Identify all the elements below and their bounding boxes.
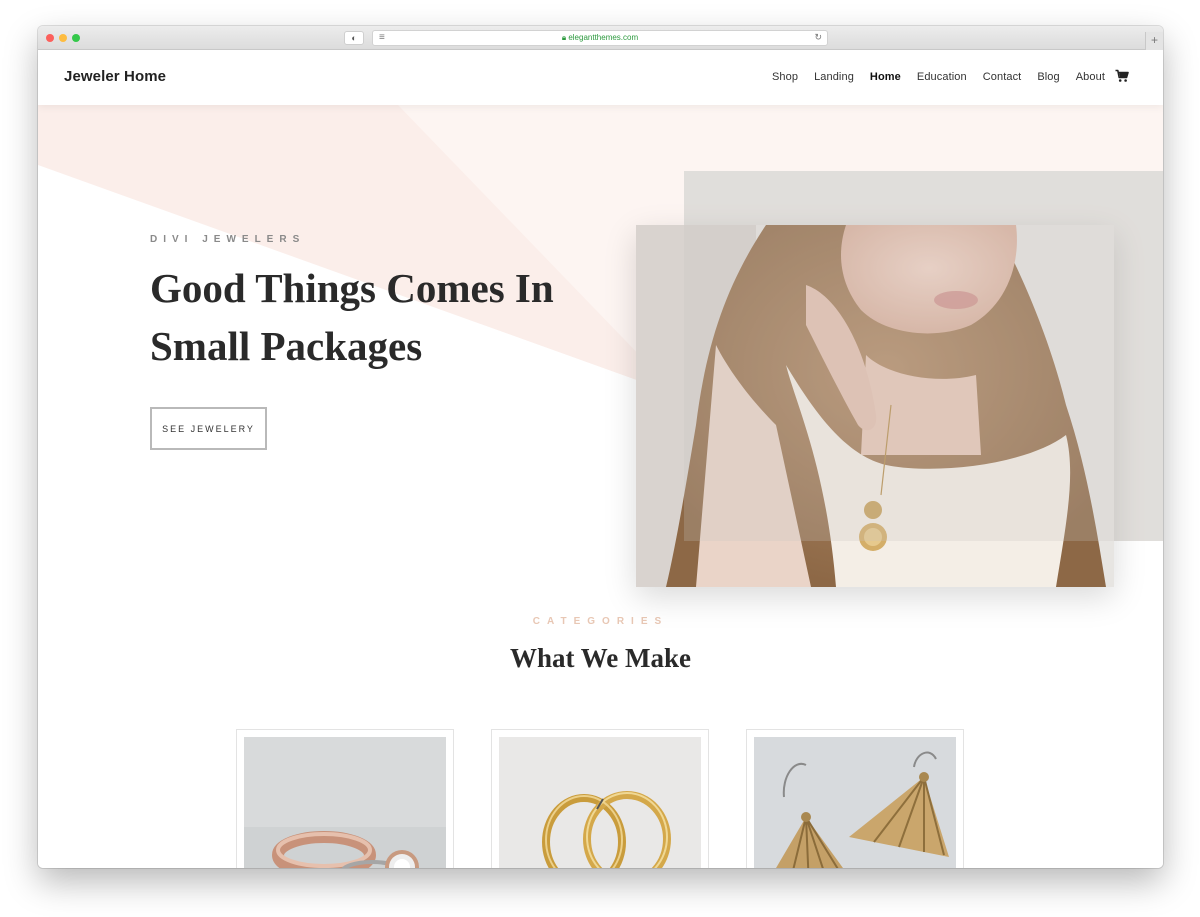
see-jewelery-button[interactable]: SEE JEWELERY <box>150 407 267 450</box>
reload-icon[interactable]: ↻ <box>814 32 822 43</box>
category-card-earrings[interactable] <box>746 729 964 868</box>
fan-earrings-photo <box>754 737 956 868</box>
zoom-window-button[interactable] <box>72 34 80 42</box>
nav-landing[interactable]: Landing <box>814 71 854 83</box>
new-tab-button[interactable]: + <box>1145 32 1163 50</box>
nav-shop[interactable]: Shop <box>772 71 798 83</box>
hero-woman-photo <box>636 225 1114 587</box>
categories-title: What We Make <box>510 643 691 673</box>
privacy-icon[interactable]: ◐ <box>344 31 364 45</box>
browser-window: ◐ ≡ 🔒︎ elegantthemes.com ↻ + Jeweler Hom… <box>38 26 1163 868</box>
category-card-rings[interactable] <box>236 729 454 868</box>
lock-icon: 🔒︎ <box>561 33 567 42</box>
nav-education[interactable]: Education <box>917 71 967 83</box>
nav-contact[interactable]: Contact <box>983 71 1022 83</box>
main-nav: Shop Landing Home Education Contact Blog… <box>756 71 1105 83</box>
shopping-cart-icon[interactable] <box>1115 69 1129 83</box>
nav-about[interactable]: About <box>1076 71 1105 83</box>
browser-toolbar: ◐ ≡ 🔒︎ elegantthemes.com ↻ + <box>38 26 1163 50</box>
hoop-earrings-photo <box>499 737 701 868</box>
hero-title: Good Things Comes In Small Packages <box>150 265 554 369</box>
hero-eyebrow: DIVI JEWELERS <box>150 234 306 245</box>
web-page: Jeweler Home Shop Landing Home Education… <box>38 51 1163 868</box>
close-window-button[interactable] <box>46 34 54 42</box>
minimize-window-button[interactable] <box>59 34 67 42</box>
site-header: Jeweler Home Shop Landing Home Education… <box>38 51 1163 105</box>
address-bar[interactable]: ≡ 🔒︎ elegantthemes.com ↻ <box>372 30 828 46</box>
url-text: 🔒︎ elegantthemes.com <box>561 33 639 42</box>
category-card-hoops[interactable] <box>491 729 709 868</box>
nav-blog[interactable]: Blog <box>1037 71 1059 83</box>
site-logo[interactable]: Jeweler Home <box>64 68 166 85</box>
rings-photo <box>244 737 446 868</box>
nav-home[interactable]: Home <box>870 71 901 83</box>
categories-eyebrow: CATEGORIES <box>532 616 669 627</box>
